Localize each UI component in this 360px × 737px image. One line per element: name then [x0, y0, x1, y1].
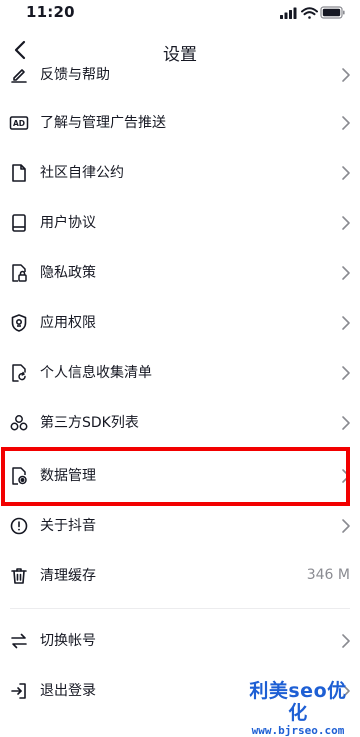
settings-item-label: 数据管理 — [40, 468, 96, 484]
chevron-right-icon — [342, 216, 350, 230]
battery-icon — [320, 6, 345, 19]
signal-icon — [280, 7, 297, 19]
settings-item-clear-cache[interactable]: 清理缓存 346 M — [0, 551, 360, 601]
book-icon — [9, 213, 29, 233]
chevron-right-icon — [342, 68, 350, 82]
status-bar: 11:20 — [0, 0, 360, 26]
settings-item-personal-info-list[interactable]: 个人信息收集清单 — [0, 348, 360, 398]
settings-item-about[interactable]: 关于抖音 — [0, 501, 360, 551]
settings-item-label: 隐私政策 — [40, 265, 96, 281]
document-refresh-icon — [9, 363, 29, 383]
watermark-url: www.bjrseo.com — [251, 724, 345, 737]
wifi-icon — [301, 7, 318, 19]
settings-item-label: 关于抖音 — [40, 518, 96, 534]
settings-item-logout[interactable]: 退出登录 — [0, 666, 360, 716]
shield-icon — [9, 313, 29, 333]
sdk-icon — [9, 413, 29, 433]
chevron-right-icon — [342, 166, 350, 180]
settings-item-label: 退出登录 — [40, 683, 96, 699]
settings-item-label: 清理缓存 — [40, 568, 96, 584]
chevron-right-icon — [342, 116, 350, 130]
settings-item-privacy-policy[interactable]: 隐私政策 — [0, 248, 360, 298]
settings-item-app-permissions[interactable]: 应用权限 — [0, 298, 360, 348]
settings-item-label: 个人信息收集清单 — [40, 365, 152, 381]
svg-text:AD: AD — [13, 119, 25, 128]
cache-size: 346 M — [306, 567, 350, 583]
settings-item-ad-management[interactable]: AD 了解与管理广告推送 — [0, 98, 360, 148]
settings-item-label: 反馈与帮助 — [40, 67, 110, 83]
info-icon — [9, 516, 29, 536]
chevron-right-icon — [342, 316, 350, 330]
ad-icon: AD — [9, 113, 29, 133]
chevron-right-icon — [342, 366, 350, 380]
settings-item-data-management[interactable]: 数据管理 — [0, 451, 360, 501]
chevron-right-icon — [342, 469, 350, 483]
chevron-right-icon — [342, 416, 350, 430]
chevron-right-icon — [342, 519, 350, 533]
chevron-right-icon — [342, 634, 350, 648]
chevron-right-icon — [342, 266, 350, 280]
settings-item-feedback[interactable]: 反馈与帮助 — [0, 60, 360, 100]
settings-item-label: 应用权限 — [40, 315, 96, 331]
status-time: 11:20 — [26, 3, 75, 21]
divider — [10, 608, 350, 609]
settings-list: 反馈与帮助 AD 了解与管理广告推送 社区自律公约 用户协议 隐私政策 应用权限… — [0, 60, 360, 720]
settings-item-label: 社区自律公约 — [40, 165, 124, 181]
chevron-right-icon — [342, 684, 350, 698]
settings-item-label: 第三方SDK列表 — [40, 415, 139, 431]
settings-item-label: 用户协议 — [40, 215, 96, 231]
switch-icon — [9, 631, 29, 651]
settings-item-label: 切换帐号 — [40, 633, 96, 649]
settings-item-third-party-sdk[interactable]: 第三方SDK列表 — [0, 398, 360, 448]
settings-item-label: 了解与管理广告推送 — [40, 115, 166, 131]
privacy-lock-icon — [9, 263, 29, 283]
status-icons — [280, 6, 346, 20]
feedback-icon — [9, 65, 29, 85]
settings-item-user-agreement[interactable]: 用户协议 — [0, 198, 360, 248]
logout-icon — [9, 681, 29, 701]
document-icon — [9, 163, 29, 183]
trash-icon — [9, 566, 29, 586]
data-manage-icon — [9, 466, 29, 486]
settings-item-community-rules[interactable]: 社区自律公约 — [0, 148, 360, 198]
settings-item-switch-account[interactable]: 切换帐号 — [0, 616, 360, 666]
